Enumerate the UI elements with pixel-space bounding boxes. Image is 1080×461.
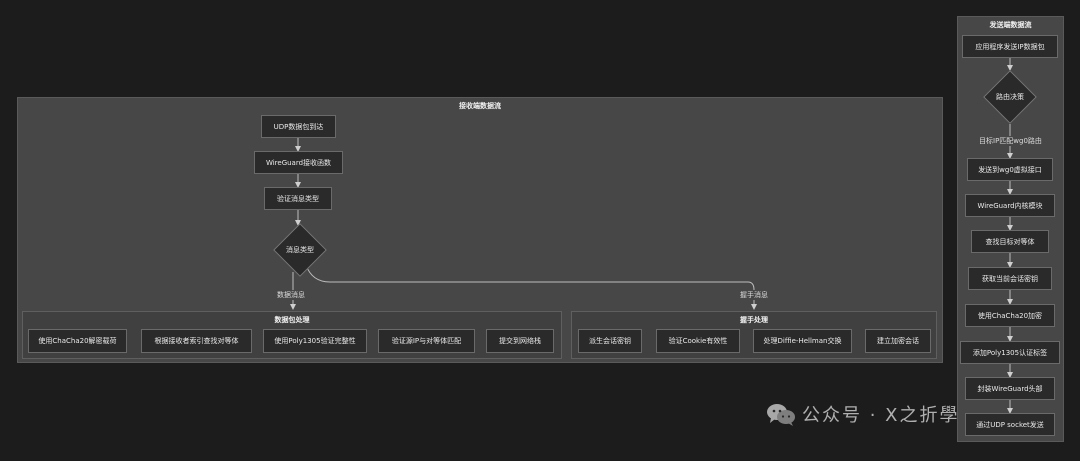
edge-label-data-message: 数据消息 (275, 290, 307, 300)
node-msg-type-decision: 消息类型 (273, 223, 327, 277)
handshake-cluster-title: 握手处理 (740, 316, 768, 324)
edge-label-handshake-message: 握手消息 (738, 290, 770, 300)
node-send-wg0: 发送到wg0虚拟接口 (967, 158, 1053, 181)
node-chacha-encrypt: 使用ChaCha20加密 (965, 304, 1055, 327)
node-wg-recv: WireGuard接收函数 (254, 151, 343, 174)
node-wg-kernel: WireGuard内核模块 (965, 194, 1055, 217)
watermark: 公众号 · X之折學 (766, 400, 960, 428)
node-chacha-decrypt: 使用ChaCha20解密载荷 (28, 329, 127, 353)
receiver-cluster-title: 接收端数据流 (459, 102, 501, 110)
node-get-session-key: 获取当前会话密钥 (968, 267, 1052, 290)
node-udp-arrive: UDP数据包到达 (261, 115, 336, 138)
route-decision-label: 路由决策 (996, 93, 1024, 101)
node-find-peer: 查找目标对等体 (971, 230, 1049, 253)
node-verify-type: 验证消息类型 (264, 187, 332, 210)
node-wg-header: 封装WireGuard头部 (965, 377, 1055, 400)
node-poly-verify: 使用Poly1305验证完整性 (263, 329, 367, 353)
edge-label-route-match: 目标IP匹配wg0路由 (977, 136, 1044, 146)
decision-label: 消息类型 (286, 246, 314, 254)
node-dh-exchange: 处理Diffie-Hellman交换 (753, 329, 852, 353)
node-derive-session-key: 派生会话密钥 (578, 329, 642, 353)
node-verify-source-ip: 验证源IP与对等体匹配 (378, 329, 475, 353)
data-processing-cluster-title: 数据包处理 (274, 316, 310, 324)
node-add-poly-tag: 添加Poly1305认证标签 (960, 341, 1060, 364)
node-route-decision: 路由决策 (983, 70, 1037, 124)
node-verify-cookie: 验证Cookie有效性 (656, 329, 740, 353)
node-udp-send: 通过UDP socket发送 (965, 413, 1055, 436)
node-lookup-peer: 根据接收者索引查找对等体 (141, 329, 252, 353)
node-submit-stack: 提交到网络栈 (486, 329, 554, 353)
sender-cluster-title: 发送端数据流 (989, 21, 1032, 29)
node-app-send: 应用程序发送IP数据包 (962, 35, 1058, 58)
watermark-text: 公众号 · X之折學 (802, 405, 960, 426)
wechat-icon (767, 404, 795, 426)
node-establish-session: 建立加密会话 (865, 329, 931, 353)
